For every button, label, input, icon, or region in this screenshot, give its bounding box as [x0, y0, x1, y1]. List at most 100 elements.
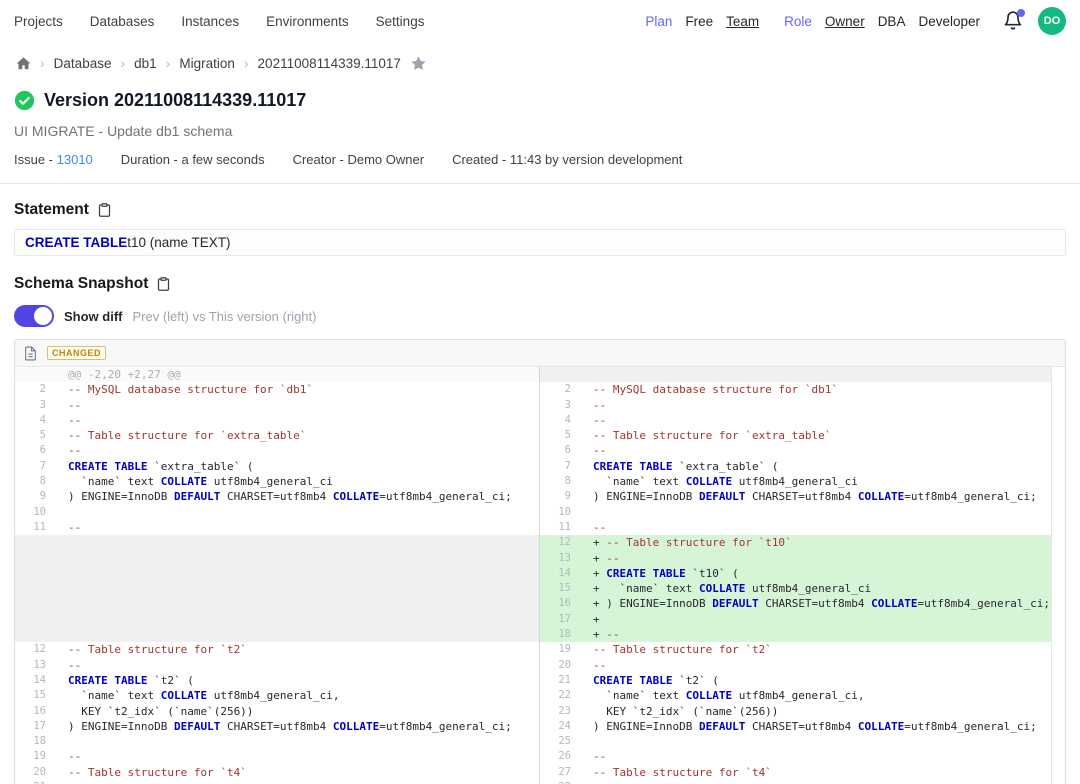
line-number	[15, 612, 55, 627]
migration-subtitle: UI MIGRATE - Update db1 schema	[0, 111, 1080, 139]
line-code: CREATE TABLE `t2` (	[55, 673, 539, 688]
notification-dot	[1017, 9, 1025, 17]
line-code: CREATE TABLE `extra_table` (	[55, 459, 539, 474]
line-code: + `name` text COLLATE utf8mb4_general_ci	[580, 581, 1051, 596]
line-code: +	[580, 612, 1051, 627]
diff-line: 17) ENGINE=InnoDB DEFAULT CHARSET=utf8mb…	[15, 719, 539, 734]
line-number: 5	[540, 428, 580, 443]
nav-right: Plan Free Team Role Owner DBA Developer DO	[645, 7, 1066, 35]
line-number: 3	[15, 398, 55, 413]
line-code: --	[580, 443, 1051, 458]
copy-snapshot-icon[interactable]	[156, 276, 171, 292]
line-number: 17	[15, 719, 55, 734]
nav-item-databases[interactable]: Databases	[90, 14, 155, 29]
line-number: 28	[540, 780, 580, 784]
breadcrumb-item[interactable]: Migration	[179, 56, 235, 71]
nav-item-environments[interactable]: Environments	[266, 14, 349, 29]
line-number: 25	[540, 734, 580, 749]
nav-switch-developer[interactable]: Developer	[918, 14, 980, 29]
favorite-star-icon[interactable]	[410, 55, 427, 72]
nav-switch-team[interactable]: Team	[726, 14, 759, 29]
nav-switch-plan[interactable]: Plan	[645, 14, 672, 29]
line-number	[15, 627, 55, 642]
line-code: CREATE TABLE `t2` (	[580, 673, 1051, 688]
line-number: 22	[540, 688, 580, 703]
line-number: 6	[540, 443, 580, 458]
issue-link[interactable]: 13010	[57, 152, 93, 167]
nav-switch-role[interactable]: Role	[784, 14, 812, 29]
line-code	[580, 367, 1051, 382]
copy-statement-icon[interactable]	[97, 202, 112, 218]
line-number: 15	[540, 581, 580, 596]
line-number: 9	[540, 489, 580, 504]
diff-line: 27-- Table structure for `t4`	[540, 765, 1051, 780]
diff-line: 11--	[540, 520, 1051, 535]
line-number: 8	[15, 474, 55, 489]
line-number: 24	[540, 719, 580, 734]
show-diff-toggle[interactable]	[14, 305, 54, 327]
diff-line	[15, 627, 539, 642]
avatar[interactable]: DO	[1038, 7, 1066, 35]
nav-switch-dba[interactable]: DBA	[878, 14, 906, 29]
line-number: 4	[15, 413, 55, 428]
line-number: 5	[15, 428, 55, 443]
line-number: 21	[540, 673, 580, 688]
diff-pane-current: 2-- MySQL database structure for `db1`3-…	[540, 367, 1065, 784]
diff-line: 19--	[15, 749, 539, 764]
diff-line: 2-- MySQL database structure for `db1`	[15, 382, 539, 397]
breadcrumb-item[interactable]: 20211008114339.11017	[258, 56, 401, 71]
meta-item: Issue - 13010	[14, 152, 93, 167]
diff-line: 10	[15, 505, 539, 520]
line-number: 7	[540, 459, 580, 474]
diff-line	[15, 612, 539, 627]
line-number: 2	[540, 382, 580, 397]
diff-line: 6--	[540, 443, 1051, 458]
line-number	[540, 367, 580, 382]
line-code: -- Table structure for `t4`	[580, 765, 1051, 780]
nav-item-settings[interactable]: Settings	[376, 14, 425, 29]
diff-line	[15, 566, 539, 581]
diff-line	[15, 551, 539, 566]
line-code: --	[580, 520, 1051, 535]
line-code: -- MySQL database structure for `db1`	[580, 382, 1051, 397]
chevron-right-icon: ›	[244, 56, 249, 70]
line-number: 4	[540, 413, 580, 428]
line-number: 16	[540, 596, 580, 611]
diff-line: 9) ENGINE=InnoDB DEFAULT CHARSET=utf8mb4…	[15, 489, 539, 504]
line-code: + --	[580, 627, 1051, 642]
success-check-icon	[14, 90, 35, 111]
line-number: 3	[540, 398, 580, 413]
diff-line: 18	[15, 734, 539, 749]
diff-line: 5-- Table structure for `extra_table`	[15, 428, 539, 443]
diff-scrollbar[interactable]	[1051, 367, 1065, 784]
line-number: 13	[15, 658, 55, 673]
breadcrumb-item[interactable]: Database	[54, 56, 112, 71]
line-code: -- MySQL database structure for `db1`	[55, 382, 539, 397]
line-number: 10	[15, 505, 55, 520]
diff-line	[540, 367, 1051, 382]
line-code: ) ENGINE=InnoDB DEFAULT CHARSET=utf8mb4 …	[55, 719, 539, 734]
diff-line: 17+	[540, 612, 1051, 627]
nav-switch-free[interactable]: Free	[685, 14, 713, 29]
line-code: --	[55, 749, 539, 764]
schema-snapshot-heading: Schema Snapshot	[14, 275, 148, 293]
nav-switch-owner[interactable]: Owner	[825, 14, 865, 29]
notifications-bell-icon[interactable]	[1003, 10, 1025, 32]
line-code: `name` text COLLATE utf8mb4_general_ci	[580, 474, 1051, 489]
line-code: + ) ENGINE=InnoDB DEFAULT CHARSET=utf8mb…	[580, 596, 1051, 611]
file-icon	[24, 346, 37, 361]
line-code: -- Table structure for `extra_table`	[580, 428, 1051, 443]
nav-item-projects[interactable]: Projects	[14, 14, 63, 29]
line-code: --	[55, 443, 539, 458]
diff-header: CHANGED	[15, 340, 1065, 367]
line-number: 21	[15, 780, 55, 784]
line-code: --	[580, 658, 1051, 673]
breadcrumb-item[interactable]: db1	[134, 56, 157, 71]
line-number: 26	[540, 749, 580, 764]
diff-line	[15, 581, 539, 596]
diff-line: 13+ --	[540, 551, 1051, 566]
nav-item-instances[interactable]: Instances	[181, 14, 239, 29]
home-icon[interactable]	[16, 56, 31, 71]
line-code	[55, 596, 539, 611]
line-code: ) ENGINE=InnoDB DEFAULT CHARSET=utf8mb4 …	[580, 719, 1051, 734]
